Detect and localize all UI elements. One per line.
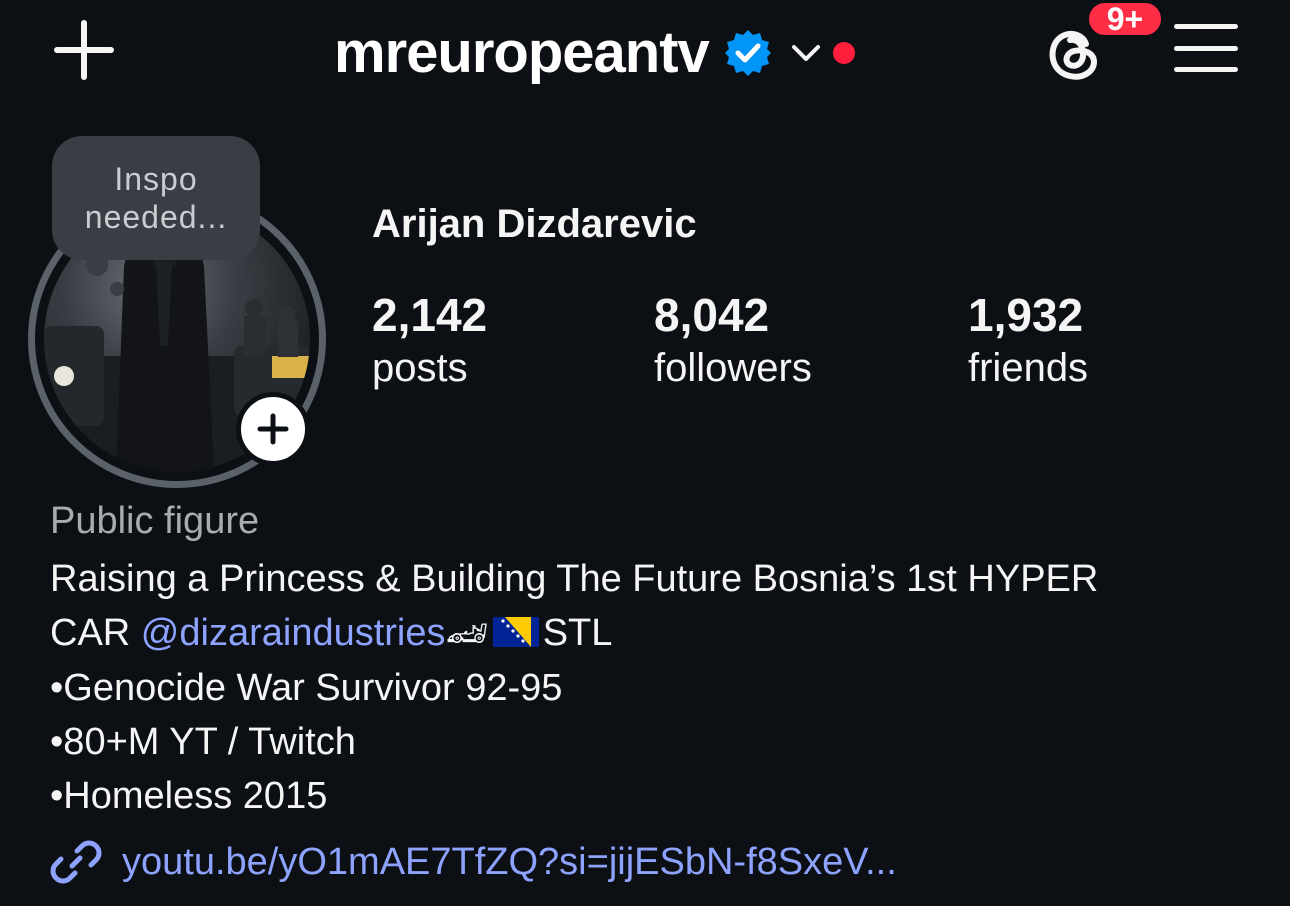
bio-text: Raising a Princess & Building The Future… [50,552,1250,823]
mention-link[interactable]: @dizaraindustries [141,612,446,654]
stat-count: 1,932 [968,289,1084,341]
stat-friends[interactable]: 1,932 friends [968,290,1088,396]
stat-count: 2,142 [372,289,488,341]
link-url: youtu.be/yO1mAE7TfZQ?si=jijESbN-f8SxeV..… [122,840,897,883]
menu-bar [1174,24,1238,29]
race-car-emoji: 🏎 [445,615,489,653]
bio-line: •Genocide War Survivor 92-95 [50,667,563,709]
stat-followers[interactable]: 8,042 followers [654,290,812,396]
notification-badge: 9+ [1086,0,1164,38]
plus-icon [257,413,289,445]
stat-count: 8,042 [654,289,770,341]
add-story-button[interactable] [236,392,310,466]
stat-label: friends [968,346,1089,390]
verified-badge-icon [723,28,773,78]
stat-posts[interactable]: 2,142 posts [372,290,487,396]
bio-text-segment: STL [542,612,613,654]
bio-line: •80+M YT / Twitch [50,721,356,763]
note-tail [86,254,108,276]
account-switcher[interactable]: mreuropeantv [334,18,855,88]
full-name: Arijan Dizdarevic [372,202,697,246]
bio-text-segment: CAR [50,612,141,654]
note-bubble[interactable]: Inspo needed... [52,136,260,260]
note-tail [110,282,124,296]
menu-bar [1174,45,1238,51]
bosnia-flag-icon [492,617,539,647]
bio-line: Raising a Princess & Building The Future… [50,558,1099,600]
menu-bar [1174,67,1238,72]
create-button[interactable] [52,18,116,82]
plus-icon [54,20,114,80]
profile-category: Public figure [50,500,260,542]
bio-line: •Homeless 2015 [50,775,328,817]
link-icon [50,840,102,884]
note-line: Inspo [114,161,198,197]
chevron-down-icon [789,36,823,70]
unread-dot [832,42,855,64]
note-line: needed... [84,199,228,235]
bio-external-link[interactable]: youtu.be/yO1mAE7TfZQ?si=jijESbN-f8SxeV..… [50,836,897,888]
username: mreuropeantv [334,20,710,85]
stat-label: posts [372,346,468,390]
stat-label: followers [654,346,812,390]
bio-line: CAR @dizaraindustries🏎 STL [50,606,1250,661]
menu-button[interactable] [1174,20,1238,76]
